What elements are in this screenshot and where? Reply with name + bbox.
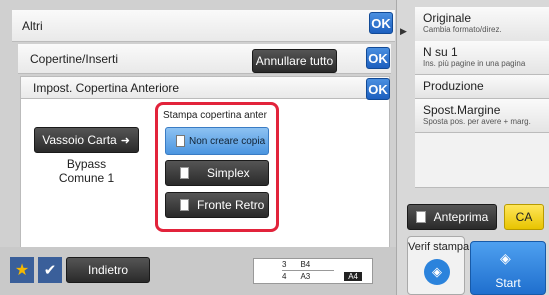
production-title: Produzione [423,79,484,93]
right-panel-blank [415,133,549,188]
start-label: Start [495,276,521,290]
n-in-1-title: N su 1 [423,45,458,59]
production-button[interactable]: Produzione [415,75,549,99]
play-arrow-icon: ▶ [400,26,407,36]
paper-tray-label: Vassoio Carta [42,133,117,147]
header-row: Altri [12,10,395,42]
header-title: Altri [22,19,43,33]
paper-size-label: A4 [344,272,362,281]
option-no-copy-label: Non creare copia [189,135,266,147]
checkmark-icon[interactable]: ✔ [38,257,62,283]
verify-print-button[interactable]: Verif stampa ◈ [407,236,469,295]
preview-label: Anteprima [433,210,489,224]
back-button[interactable]: Indietro [66,257,150,283]
option-no-copy[interactable]: Non creare copia [165,127,269,155]
option-simplex[interactable]: Simplex [165,160,269,186]
tray-row-size: B4 [300,260,311,269]
tray-row-number: 4 [282,272,287,281]
original-title: Originale [423,11,472,25]
option-duplex[interactable]: Fronte Retro [165,192,269,218]
cancel-all-button[interactable]: Annullare tutto [252,49,337,73]
covers-title: Copertine/Inserti [30,52,119,66]
covers-ok-button[interactable]: OK [366,47,390,69]
original-button[interactable]: Originale Cambia formato/direz. [415,7,549,43]
page-simplex-icon [180,167,189,179]
tray-row-number: 3 [282,260,287,269]
margin-shift-button[interactable]: Spost.Margine Sposta pos. per avere + ma… [415,99,549,133]
start-button[interactable]: ◈ Start [470,241,546,295]
preview-button[interactable]: Anteprima [407,204,497,230]
margin-shift-subtitle: Sposta pos. per avere + marg. [423,117,531,126]
front-cover-ok-button[interactable]: OK [366,78,390,100]
n-in-1-button[interactable]: N su 1 Ins. più pagine in una pagina [415,41,549,75]
option-duplex-label: Fronte Retro [197,198,265,212]
favorite-star-icon[interactable]: ★ [10,257,34,283]
n-in-1-subtitle: Ins. più pagine in una pagina [423,59,526,68]
front-cover-header: Impost. Copertina Anteriore [21,77,389,99]
page-duplex-icon [180,199,189,211]
tray-status: 3 B4 4 A3 A4 [253,258,373,284]
start-diamond-icon: ◈ [500,250,511,266]
option-simplex-label: Simplex [207,166,250,180]
verify-diamond-icon: ◈ [424,259,450,285]
ca-button[interactable]: CA [504,204,544,230]
tray-source-line1: Bypass [66,157,107,171]
front-cover-title: Impost. Copertina Anteriore [33,81,180,95]
page-blank-icon [176,135,185,147]
margin-shift-title: Spost.Margine [423,103,501,117]
tray-row: 3 B4 [282,260,334,271]
tray-row: 4 A3 [282,272,334,283]
arrow-right-icon: ➜ [120,135,130,147]
header-ok-button[interactable]: OK [369,12,393,34]
original-subtitle: Cambia formato/direz. [423,25,502,34]
print-cover-title: Stampa copertina anter [163,110,267,121]
tray-source-line2: Comune 1 [58,171,115,185]
preview-page-icon [415,211,426,223]
verify-print-label: Verif stampa [408,241,470,253]
paper-tray-button[interactable]: Vassoio Carta ➜ [34,127,139,153]
tray-row-size: A3 [300,272,311,281]
